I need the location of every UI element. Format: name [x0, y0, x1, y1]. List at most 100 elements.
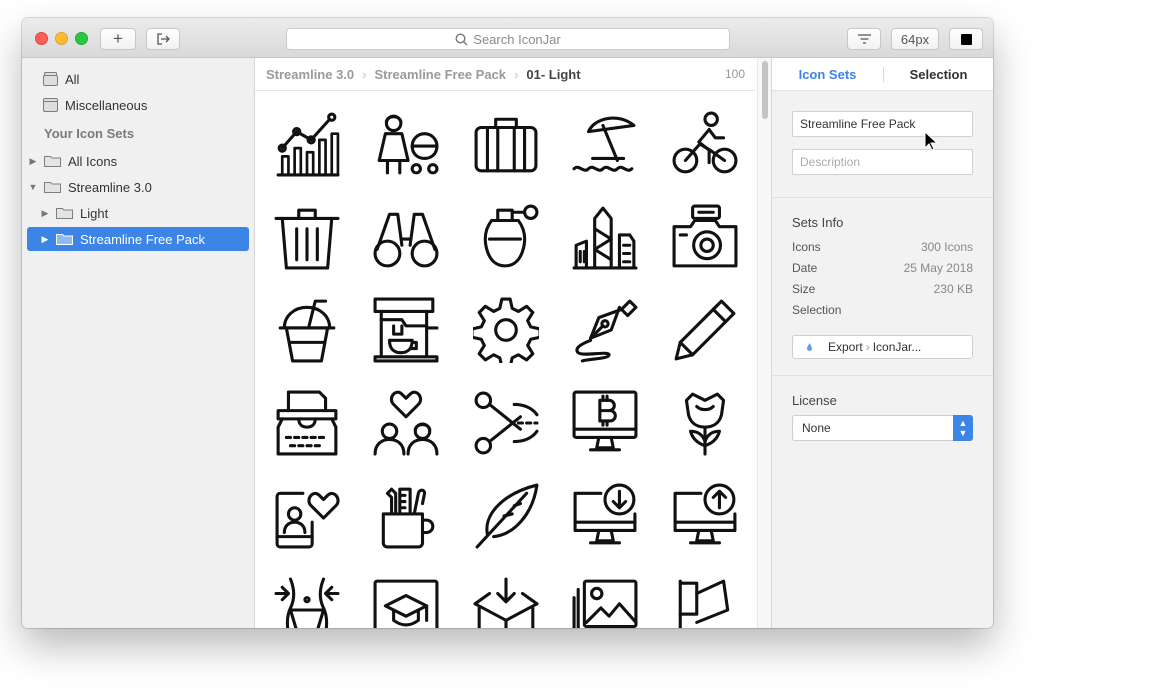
icon-tile[interactable] [471, 295, 541, 365]
beach-umbrella-icon [572, 116, 636, 172]
phone-profile-heart-icon [275, 491, 340, 549]
icon-tile[interactable] [471, 202, 541, 272]
icon-tile[interactable] [570, 202, 640, 272]
search-placeholder: Search IconJar [473, 31, 561, 47]
waist-measure-icon [274, 577, 340, 628]
box-download-icon [473, 577, 539, 628]
icon-tile[interactable] [272, 202, 342, 272]
pen-nib-drawing-icon [575, 299, 638, 363]
disclosure-triangle-icon[interactable]: ▶ [27, 156, 39, 167]
disclosure-triangle-icon[interactable]: ▼ [27, 182, 39, 192]
icon-tile[interactable] [371, 575, 441, 628]
cyclist-icon [672, 111, 738, 174]
icon-tile[interactable] [371, 109, 441, 179]
license-title: License [792, 393, 837, 408]
sidebar-item-label: Light [80, 205, 109, 221]
pen-icon [674, 299, 736, 361]
sidebar-item-label: Miscellaneous [65, 97, 148, 113]
icon-size-button[interactable]: 64px [891, 28, 939, 50]
sidebar-item-all-icons[interactable]: ▶ All Icons [27, 149, 249, 173]
folder-icon [55, 232, 74, 246]
breadcrumb-item[interactable]: Streamline 3.0 [266, 67, 354, 82]
icon-tile[interactable] [570, 481, 640, 551]
icon-tile[interactable] [371, 388, 441, 458]
icon-tile[interactable] [272, 295, 342, 365]
color-button[interactable] [949, 28, 983, 50]
icon-tile[interactable] [570, 388, 640, 458]
breadcrumb-current[interactable]: 01- Light [526, 67, 580, 82]
close-window-button[interactable] [35, 32, 48, 45]
sidebar-item-streamline-3[interactable]: ▼ Streamline 3.0 [27, 175, 249, 199]
camera-icon [672, 204, 738, 268]
couple-heart-icon [373, 390, 439, 456]
set-name-field[interactable]: Streamline Free Pack [792, 111, 973, 137]
search-input[interactable]: Search IconJar [286, 28, 730, 50]
sets-info-title: Sets Info [792, 215, 844, 230]
icon-tile[interactable] [272, 575, 342, 628]
info-value: 25 May 2018 [903, 261, 973, 275]
folder-icon [43, 180, 62, 194]
icon-tile[interactable] [570, 109, 640, 179]
icon-tile[interactable] [670, 481, 740, 551]
icon-tile[interactable] [471, 575, 541, 628]
icon-tile[interactable] [371, 295, 441, 365]
info-label: Icons [792, 240, 821, 254]
bitcoin-monitor-icon [572, 390, 638, 452]
icon-tile[interactable] [670, 388, 740, 458]
icon-tile[interactable] [471, 388, 541, 458]
sidebar-item-light[interactable]: ▶ Light [27, 201, 249, 225]
drop-icon [807, 343, 812, 351]
icon-tile[interactable] [471, 109, 541, 179]
binoculars-icon [373, 212, 439, 268]
search-icon [455, 32, 468, 45]
chevron-right-icon: › [865, 340, 870, 354]
vertical-scrollbar[interactable] [757, 58, 771, 628]
icon-tile[interactable] [272, 388, 342, 458]
icon-tile[interactable] [272, 481, 342, 551]
icon-tile[interactable] [371, 202, 441, 272]
icon-tile[interactable] [471, 481, 541, 551]
icon-tile[interactable] [670, 109, 740, 179]
zoom-window-button[interactable] [75, 32, 88, 45]
sidebar-item-all[interactable]: All [42, 67, 264, 91]
info-row-size: Size 230 KB [792, 282, 973, 296]
add-button[interactable]: + [100, 28, 136, 50]
stack-icon [42, 71, 59, 87]
icon-tile[interactable] [670, 295, 740, 365]
info-label: Selection [792, 303, 842, 317]
share-button[interactable] [146, 28, 180, 50]
tab-selection[interactable]: Selection [883, 67, 993, 82]
sidebar-item-streamline-free-pack[interactable]: ▶ Streamline Free Pack [27, 227, 249, 251]
sidebar-item-miscellaneous[interactable]: Miscellaneous [42, 93, 264, 117]
city-buildings-icon [572, 206, 638, 270]
breadcrumb-item[interactable]: Streamline Free Pack [375, 67, 507, 82]
line-chart-icon [276, 112, 340, 177]
breadcrumb: Streamline 3.0 › Streamline Free Pack › … [255, 58, 755, 91]
graduation-frame-icon [373, 579, 439, 628]
minimize-window-button[interactable] [55, 32, 68, 45]
description-field[interactable]: Description [792, 149, 973, 175]
perfume-bottle-icon [483, 204, 539, 268]
icon-tile[interactable] [570, 295, 640, 365]
license-select[interactable]: None ▲ ▼ [792, 415, 973, 441]
tab-icon-sets[interactable]: Icon Sets [772, 67, 883, 82]
info-label: Size [792, 282, 816, 296]
icon-tile[interactable] [272, 109, 342, 179]
sidebar-item-label: All Icons [68, 153, 118, 169]
icon-tile[interactable] [570, 575, 640, 628]
icon-tile[interactable] [670, 575, 740, 628]
disclosure-triangle-icon[interactable]: ▶ [39, 208, 51, 219]
chevron-up-down-icon[interactable]: ▲ ▼ [953, 415, 973, 441]
info-row-selection: Selection [792, 303, 973, 317]
scrollbar-thumb[interactable] [762, 61, 768, 119]
icon-tile[interactable] [670, 202, 740, 272]
color-swatch-icon [960, 33, 972, 45]
photo-stack-icon [572, 579, 638, 628]
sidebar-item-label: Streamline Free Pack [80, 231, 205, 247]
export-button[interactable]: Export › IconJar... [792, 335, 973, 359]
info-row-date: Date 25 May 2018 [792, 261, 973, 275]
disclosure-triangle-icon[interactable]: ▶ [39, 234, 51, 245]
app-window: + Search IconJar 64px All Miscellaneous … [22, 18, 993, 628]
icon-tile[interactable] [371, 481, 441, 551]
filter-button[interactable] [847, 28, 881, 50]
